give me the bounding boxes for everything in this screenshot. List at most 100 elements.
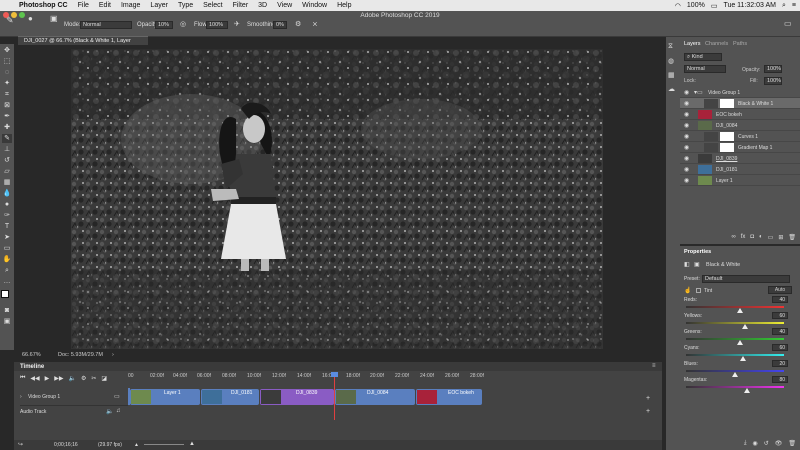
prev-frame-icon[interactable]: ◀◀: [30, 375, 39, 382]
pen-tool-icon[interactable]: ✑: [2, 211, 12, 220]
healing-tool-icon[interactable]: ✚: [2, 123, 12, 132]
layer-mask-thumbnail[interactable]: [720, 99, 734, 108]
hand-tool-icon[interactable]: ✋: [2, 255, 12, 264]
clip-to-layer-icon[interactable]: ⤓: [744, 440, 747, 450]
delete-layer-icon[interactable]: 🗑: [788, 234, 796, 243]
delete-adjustment-icon[interactable]: 🗑: [788, 440, 796, 450]
layer-row[interactable]: ◉ Layer 1: [680, 175, 800, 186]
timeline-clip[interactable]: Layer 1: [130, 389, 200, 405]
split-clip-icon[interactable]: ✂: [91, 375, 96, 382]
minimize-window-icon[interactable]: [11, 12, 17, 18]
cyans-value[interactable]: 60: [772, 344, 788, 351]
reset-icon[interactable]: ↺: [764, 440, 769, 450]
playhead[interactable]: [334, 374, 335, 420]
close-window-icon[interactable]: [3, 12, 9, 18]
history-brush-tool-icon[interactable]: ↺: [2, 156, 12, 165]
screen-mode-icon[interactable]: ▣: [2, 317, 12, 326]
color-icon[interactable]: ◍: [668, 57, 674, 65]
play-icon[interactable]: ▶: [45, 375, 50, 382]
menu-layer[interactable]: Layer: [145, 2, 173, 9]
smoothing-field[interactable]: 0%: [273, 21, 287, 29]
timeline-zoom-slider[interactable]: [144, 444, 184, 445]
quick-mask-icon[interactable]: ◙: [2, 306, 12, 315]
layer-row[interactable]: ◉ Black & White 1: [680, 98, 800, 109]
targeted-adjust-icon[interactable]: ☝: [684, 287, 691, 294]
workspace-icon[interactable]: ▭: [784, 19, 792, 28]
greens-value[interactable]: 40: [772, 328, 788, 335]
opacity-field[interactable]: 10%: [155, 21, 173, 29]
add-mask-icon[interactable]: ◘: [750, 234, 754, 243]
menu-3d[interactable]: 3D: [253, 2, 272, 9]
menu-image[interactable]: Image: [116, 2, 145, 9]
menu-help[interactable]: Help: [332, 2, 356, 9]
menu-view[interactable]: View: [272, 2, 297, 9]
battery-icon[interactable]: ▭: [711, 2, 718, 10]
layer-mask-thumbnail[interactable]: [720, 143, 734, 152]
zoom-out-icon[interactable]: ▲: [134, 442, 139, 448]
path-select-tool-icon[interactable]: ➤: [2, 233, 12, 242]
doc-size[interactable]: Doc: 5.93M/29.7M: [58, 352, 103, 358]
link-layers-icon[interactable]: ∞: [731, 234, 735, 243]
gradient-tool-icon[interactable]: ▦: [2, 178, 12, 187]
menu-app[interactable]: Photoshop CC: [14, 2, 73, 9]
type-tool-icon[interactable]: T: [2, 222, 12, 231]
visibility-eye-icon[interactable]: ◉: [684, 177, 689, 184]
foreground-color-swatch[interactable]: [1, 290, 9, 298]
adjustment-icon[interactable]: ◧: [684, 261, 690, 268]
layer-row[interactable]: ◉ EOC bokeh: [680, 109, 800, 120]
layer-row[interactable]: ◉ DJI_0181: [680, 164, 800, 175]
libraries-icon[interactable]: ☁: [668, 85, 675, 93]
reds-slider[interactable]: [686, 306, 784, 308]
layer-mask-thumbnail[interactable]: [720, 132, 734, 141]
audio-mute-icon[interactable]: 🔈: [106, 408, 113, 415]
video-track-icon[interactable]: ▭: [114, 393, 120, 400]
visibility-eye-icon[interactable]: ◉: [684, 122, 689, 129]
work-area-start[interactable]: [128, 388, 130, 405]
cyans-slider[interactable]: [686, 354, 784, 356]
layer-filter-select[interactable]: ⌕ Kind: [684, 53, 722, 61]
wifi-icon[interactable]: ◠: [675, 2, 681, 10]
tab-layers[interactable]: Layers: [684, 41, 701, 47]
slider-knob[interactable]: [736, 340, 743, 345]
next-frame-icon[interactable]: ▶▶: [54, 375, 63, 382]
menu-edit[interactable]: Edit: [94, 2, 116, 9]
visibility-eye-icon[interactable]: ◉: [684, 111, 689, 118]
expand-icon[interactable]: ›: [20, 394, 22, 400]
document-tab[interactable]: DJI_0027 @ 66.7% (Black & White 1, Layer…: [18, 36, 148, 53]
dodge-tool-icon[interactable]: ●: [2, 200, 12, 209]
menu-type[interactable]: Type: [173, 2, 198, 9]
mode-select[interactable]: Normal: [80, 21, 132, 29]
new-group-icon[interactable]: ▭: [768, 234, 774, 243]
timeline-menu-icon[interactable]: ≡: [652, 363, 656, 369]
rectangle-tool-icon[interactable]: ▭: [2, 244, 12, 253]
transition-icon[interactable]: ◪: [101, 375, 107, 382]
render-video-icon[interactable]: ↪: [18, 441, 23, 448]
preset-select[interactable]: Default: [702, 275, 790, 283]
visibility-eye-icon[interactable]: 👁: [775, 440, 783, 450]
new-layer-icon[interactable]: ⊞: [778, 234, 783, 243]
menu-list-icon[interactable]: ≡: [792, 2, 796, 9]
mask-icon[interactable]: ▣: [694, 261, 700, 268]
menu-filter[interactable]: Filter: [228, 2, 254, 9]
smoothing-gear-icon[interactable]: ⚙: [295, 20, 301, 28]
playhead-handle[interactable]: [331, 372, 338, 377]
reds-value[interactable]: 40: [772, 296, 788, 303]
menu-file[interactable]: File: [73, 2, 94, 9]
menu-select[interactable]: Select: [198, 2, 227, 9]
move-tool-icon[interactable]: ✥: [2, 46, 12, 55]
visibility-eye-icon[interactable]: ◉: [684, 144, 689, 151]
slider-knob[interactable]: [741, 324, 748, 329]
brush-tool-icon[interactable]: ✎: [2, 134, 12, 143]
history-icon[interactable]: ⧖: [668, 43, 673, 51]
zoom-in-icon[interactable]: ▲: [189, 441, 195, 447]
slider-knob[interactable]: [739, 356, 746, 361]
flow-field[interactable]: 100%: [206, 21, 228, 29]
add-media-icon[interactable]: +: [646, 395, 650, 402]
layer-opacity-field[interactable]: 100%: [764, 65, 782, 73]
add-audio-icon[interactable]: +: [646, 408, 650, 415]
frame-tool-icon[interactable]: ⊠: [2, 101, 12, 110]
blur-tool-icon[interactable]: 💧: [2, 189, 12, 198]
tab-paths[interactable]: Paths: [733, 41, 747, 47]
zoom-window-icon[interactable]: [19, 12, 25, 18]
go-first-frame-icon[interactable]: ⏮: [20, 375, 25, 382]
